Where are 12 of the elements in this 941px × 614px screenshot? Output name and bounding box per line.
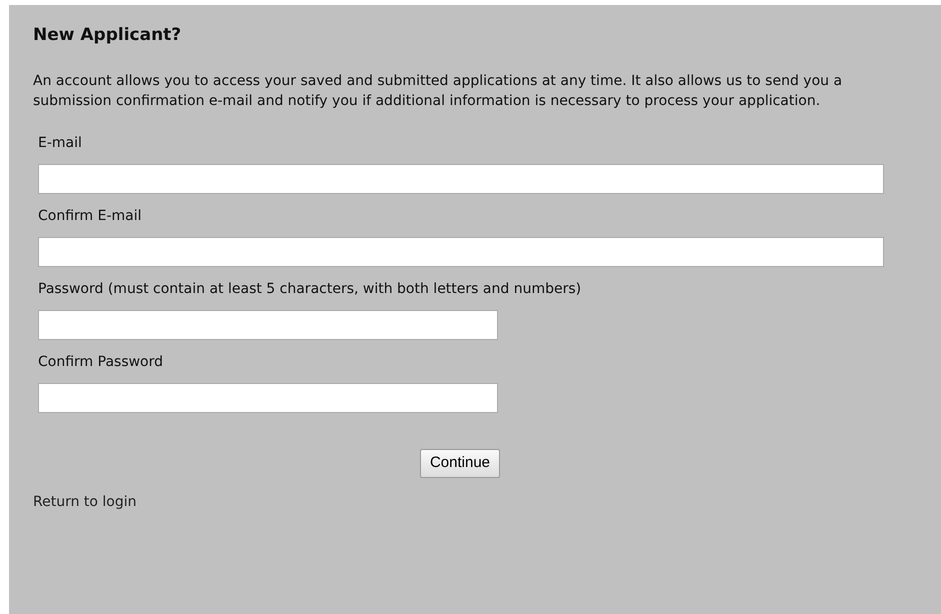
input-field[interactable] — [38, 237, 884, 268]
field-label: Password (must contain at least 5 characters, with both letters and numbers) — [38, 280, 582, 300]
intro-paragraph: An account allows you to access your saved and submitted applications at any time. It also allows us to send you a submission confirmation e-mail and notify you if additional information is necessary to process your application. — [33, 72, 844, 112]
continue-button[interactable]: Continue — [420, 449, 500, 478]
field-label: E-mail — [38, 134, 83, 154]
input-field[interactable] — [38, 164, 884, 194]
return-link[interactable]: Return to login — [33, 494, 137, 510]
field-label: Confirm Password — [38, 353, 164, 372]
input-field[interactable] — [38, 383, 498, 414]
page-heading: New Applicant? — [33, 25, 182, 46]
input-field[interactable] — [38, 310, 498, 340]
field-label: Confirm E-mail — [38, 207, 143, 226]
